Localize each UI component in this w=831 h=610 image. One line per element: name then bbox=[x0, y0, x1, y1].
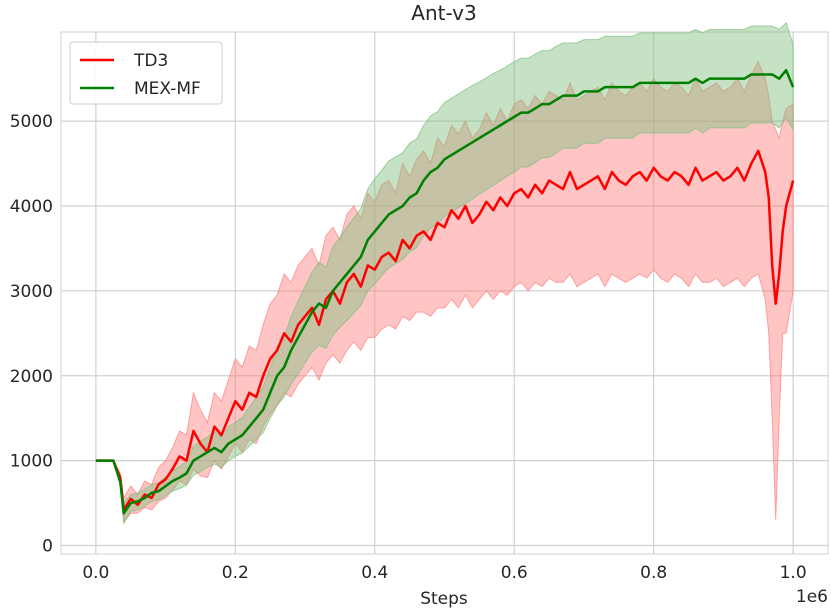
chart-title: Ant-v3 bbox=[411, 1, 476, 25]
x-tick-label: 1.0 bbox=[780, 563, 807, 583]
x-scale-label: 1e6 bbox=[796, 587, 828, 607]
x-tick-label: 0.2 bbox=[222, 563, 249, 583]
y-tick-label: 3000 bbox=[10, 282, 53, 302]
x-tick-labels: 0.0 0.2 0.4 0.6 0.8 1.0 bbox=[82, 563, 806, 583]
y-tick-label: 5000 bbox=[10, 112, 53, 132]
y-tick-labels: 0 1000 2000 3000 4000 5000 bbox=[10, 112, 53, 556]
legend: TD3 MEX-MF bbox=[69, 41, 223, 105]
y-tick-label: 4000 bbox=[10, 197, 53, 217]
line-chart: Ant-v3 0.0 0.2 0.4 0.6 0.8 1.0 0 1000 2000 3000 4… bbox=[10, 1, 829, 609]
legend-label-td3: TD3 bbox=[133, 51, 168, 71]
legend-label-mex-mf: MEX-MF bbox=[134, 79, 201, 99]
x-tick-label: 0.0 bbox=[82, 563, 109, 583]
x-tick-label: 0.4 bbox=[361, 563, 388, 583]
y-tick-label: 0 bbox=[42, 537, 53, 557]
x-tick-label: 0.8 bbox=[640, 563, 667, 583]
y-tick-label: 2000 bbox=[10, 367, 53, 387]
y-tick-label: 1000 bbox=[10, 452, 53, 472]
x-tick-label: 0.6 bbox=[501, 563, 528, 583]
x-axis-label: Steps bbox=[420, 589, 468, 609]
